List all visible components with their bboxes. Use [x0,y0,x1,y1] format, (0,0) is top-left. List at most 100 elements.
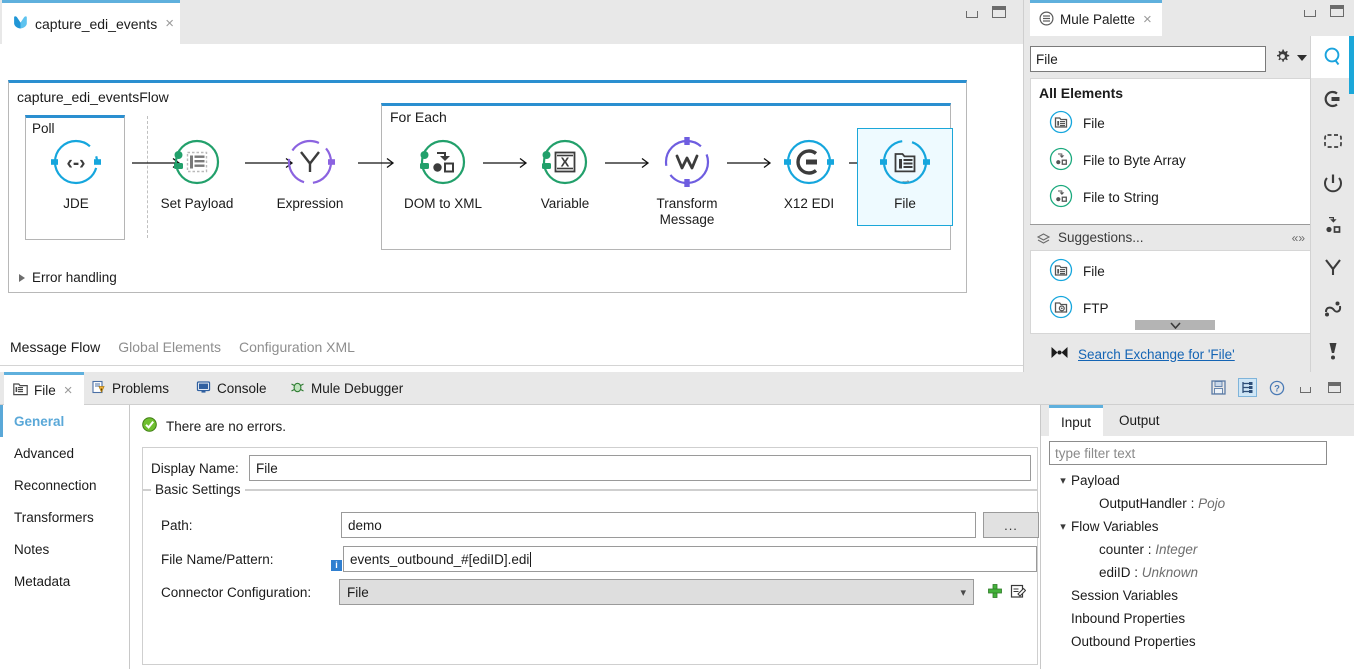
flow-canvas[interactable]: capture_edi_eventsFlow Poll For Each ‹-›… [0,44,1024,329]
tab-input[interactable]: Input [1049,405,1104,436]
flow-node-x12-edi[interactable]: X12 EDI [761,135,857,212]
tree-view-icon[interactable] [1238,378,1257,397]
minimize-icon[interactable] [1296,378,1315,397]
flow-editor-area: capture_edi_events × capture_edi_eventsF… [0,0,1024,372]
tree-item-outbound-properties[interactable]: Outbound Properties [1049,630,1349,653]
tree-item-flow-variables[interactable]: ▾ Flow Variables [1049,515,1349,538]
maximize-icon[interactable] [1330,5,1344,17]
flow-node-expression[interactable]: Expression [262,135,358,212]
bottom-tab-mule-debugger[interactable]: Mule Debugger [281,372,412,405]
bottom-tab-problems[interactable]: Problems [82,372,178,405]
metadata-filter-input[interactable]: type filter text [1049,441,1327,465]
tree-item-payload[interactable]: ▾ Payload [1049,469,1349,492]
palette-scroll-down[interactable] [1135,320,1215,330]
file-to-byte-array-icon [1049,147,1073,174]
chevron-down-icon[interactable] [1297,55,1307,61]
tree-item-label: Outbound Properties [1071,634,1196,649]
palette-search-input[interactable]: File [1030,46,1266,72]
palette-item-file[interactable]: File [1031,105,1312,142]
suggestions-label: Suggestions... [1058,230,1144,245]
palette-tab[interactable]: Mule Palette × [1030,0,1162,36]
tree-item-label: Session Variables [1071,588,1179,603]
sidebar-item-reconnection[interactable]: Reconnection [0,469,129,501]
palette-suggestions-list[interactable]: File FTP [1030,250,1313,334]
bottom-tab-console[interactable]: Console [187,372,276,405]
tree-item-ediid[interactable]: ediID : Unknown [1049,561,1349,584]
flow-node-file[interactable]: → File [857,135,953,212]
tree-item-inbound-properties[interactable]: Inbound Properties [1049,607,1349,630]
edit-config-button[interactable] [1010,583,1027,602]
rail-scopes-button[interactable] [1311,120,1354,162]
flow-node-variable[interactable]: X Variable [517,135,613,212]
tab-global-elements[interactable]: Global Elements [118,339,221,355]
rail-transformers-button[interactable] [1311,204,1354,246]
chevron-down-icon[interactable]: ▾ [1055,474,1071,487]
tab-output[interactable]: Output [1107,405,1172,436]
search-exchange-link[interactable]: Search Exchange for 'File' [1078,347,1235,362]
palette-scrollbar-thumb[interactable] [1349,36,1354,94]
close-icon[interactable]: × [163,16,176,31]
text-caret [530,551,532,567]
rail-connectors-button[interactable] [1311,78,1354,120]
error-handling-section[interactable]: Error handling [19,270,117,285]
display-name-input[interactable]: File [249,455,1031,481]
palette-suggestions-header[interactable]: Suggestions... «» [1030,224,1313,250]
flow-node-jde[interactable]: ‹-› JDE [28,135,124,212]
tree-item-session-variables[interactable]: Session Variables [1049,584,1349,607]
save-icon[interactable] [1209,378,1228,397]
browse-button[interactable]: ... [983,512,1039,538]
palette-item-file-to-string[interactable]: File to String [1031,179,1312,216]
close-icon[interactable]: × [62,383,75,398]
path-input[interactable]: demo [341,512,976,538]
palette-suggestion-file[interactable]: File [1031,251,1312,290]
flow-node-label: Variable [540,196,590,211]
rail-core-button[interactable] [1311,162,1354,204]
chevron-down-icon[interactable]: ▾ [1055,520,1071,533]
sidebar-item-general[interactable]: General [0,405,129,437]
transformers-icon [1325,217,1340,233]
source-divider [147,116,148,238]
add-config-button[interactable] [987,583,1003,602]
rail-search-button[interactable] [1310,36,1354,78]
rail-flow-control-button[interactable] [1311,288,1354,330]
maximize-icon[interactable] [1325,378,1344,397]
editor-view-tabs: Message Flow Global Elements Configurati… [0,329,1024,365]
sidebar-item-transformers[interactable]: Transformers [0,501,129,533]
help-icon[interactable]: ? [1267,378,1286,397]
connector-config-select[interactable]: File ▾ [339,579,974,605]
svg-text:?: ? [1274,383,1280,394]
tree-item-counter[interactable]: counter : Integer [1049,538,1349,561]
file-connector-icon [1049,258,1073,285]
palette-category-rail [1310,36,1354,372]
tab-configuration-xml[interactable]: Configuration XML [239,339,355,355]
tree-item-outputhandler[interactable]: OutputHandler : Pojo [1049,492,1349,515]
file-pattern-input[interactable]: events_outbound_#[ediID].edi [343,546,1037,572]
foreach-scope-label: For Each [390,109,447,125]
plus-icon [988,583,1002,598]
rail-filters-button[interactable] [1311,246,1354,288]
bottom-tab-file[interactable]: File × [4,372,84,405]
tab-message-flow[interactable]: Message Flow [10,339,100,355]
flow-node-set-payload[interactable]: Set Payload [149,135,245,212]
minimize-icon[interactable] [1304,10,1316,17]
maximize-icon[interactable] [992,6,1006,18]
palette-search-options [1274,48,1307,68]
sidebar-item-advanced[interactable]: Advanced [0,437,129,469]
sidebar-item-metadata[interactable]: Metadata [0,565,129,597]
metadata-tree[interactable]: ▾ Payload OutputHandler : Pojo ▾ Flow Va… [1049,469,1349,653]
chevron-right-icon [19,273,25,282]
minimize-icon[interactable] [966,11,978,18]
gear-icon[interactable] [1274,48,1291,68]
collapse-icon[interactable]: «» [1292,231,1305,245]
rail-error-handling-button[interactable] [1311,330,1354,372]
flow-node-dom-to-xml[interactable]: DOM to XML [395,135,491,212]
editor-tab-capture-edi-events[interactable]: capture_edi_events × [2,0,180,44]
flow-node-label: Expression [276,196,344,211]
sidebar-item-notes[interactable]: Notes [0,533,129,565]
palette-item-file-to-byte-array[interactable]: File to Byte Array [1031,142,1312,179]
flow-node-transform-message[interactable]: Transform Message [639,135,735,228]
close-icon[interactable]: × [1141,12,1154,27]
connector-config-value: File [347,584,369,600]
palette-tabstrip: Mule Palette × [1024,0,1354,36]
file-properties-icon [13,382,28,399]
